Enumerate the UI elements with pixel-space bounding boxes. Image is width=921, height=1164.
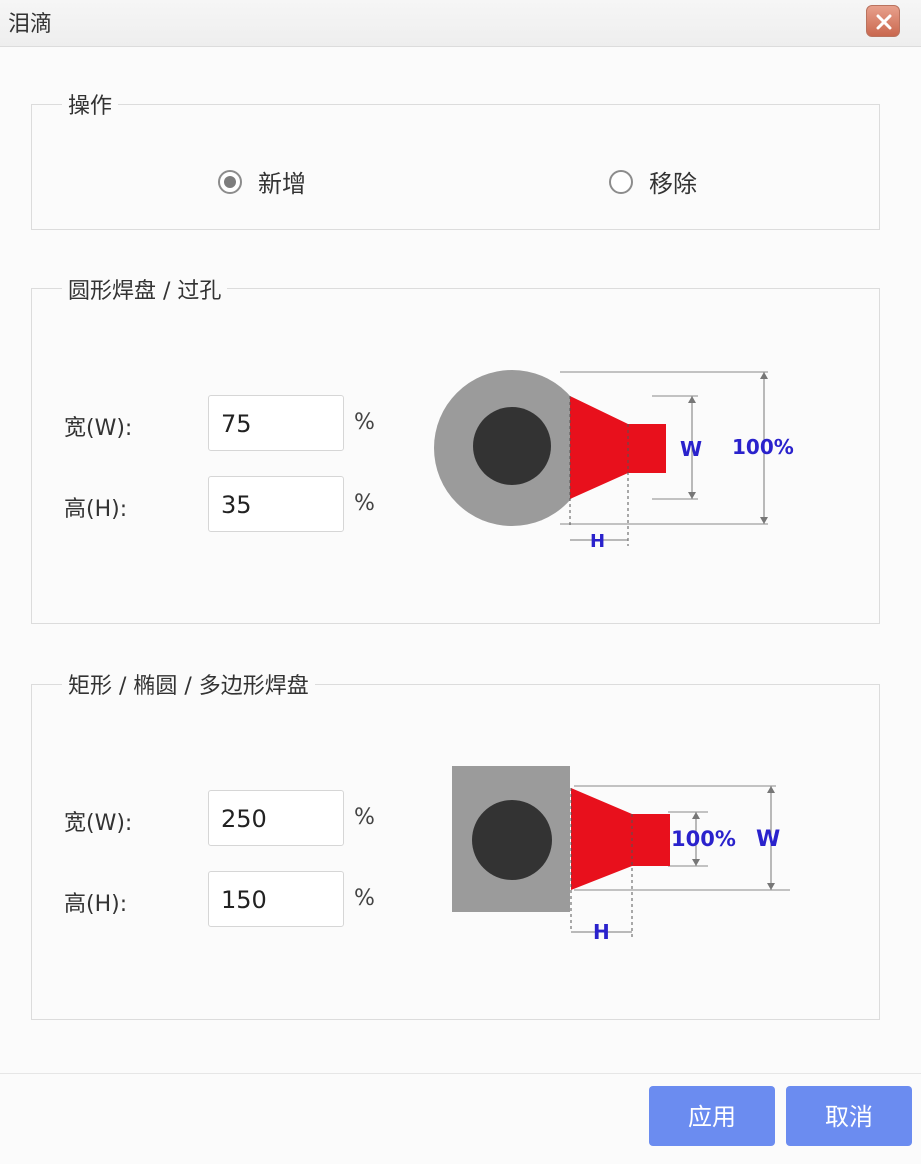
round-height-label: 高(H): [64, 497, 128, 522]
rect-pad-legend: 矩形 / 椭圆 / 多边形焊盘 [62, 673, 315, 701]
rect-diagram-h-label: H [593, 920, 610, 944]
round-width-unit: % [354, 410, 375, 435]
round-pad-legend: 圆形焊盘 / 过孔 [62, 278, 228, 306]
rect-width-input[interactable]: 250 [208, 790, 344, 846]
rect-pad-teardrop-diagram: H 100% W [452, 766, 790, 944]
round-width-input[interactable]: 75 [208, 395, 344, 451]
close-button[interactable] [866, 5, 900, 37]
radio-add[interactable]: 新增 [218, 164, 306, 199]
rect-height-input[interactable]: 150 [208, 871, 344, 927]
round-height-unit: % [354, 491, 375, 516]
rect-height-label: 高(H): [64, 892, 128, 917]
rect-diagram-full-label: 100% [671, 827, 736, 851]
footer-divider [0, 1073, 921, 1074]
radio-add-label: 新增 [258, 170, 306, 198]
operation-group [31, 104, 880, 230]
radio-remove-indicator[interactable] [609, 169, 633, 194]
teardrop-dialog: 泪滴 操作 新增 移除 圆形焊盘 / 过孔 宽(W): 75 % 高(H): 3… [0, 0, 921, 1164]
rect-height-unit: % [354, 886, 375, 911]
round-height-input[interactable]: 35 [208, 476, 344, 532]
radio-remove[interactable]: 移除 [609, 164, 697, 199]
round-diagram-full-label: 100% [732, 435, 794, 459]
radio-remove-label: 移除 [649, 170, 697, 198]
window-title: 泪滴 [8, 12, 53, 37]
radio-add-indicator[interactable] [218, 169, 242, 194]
close-icon [876, 14, 892, 30]
rect-width-unit: % [354, 805, 375, 830]
round-width-label: 宽(W): [64, 416, 133, 441]
rect-teardrop-shape [571, 788, 670, 890]
apply-button[interactable]: 应用 [649, 1086, 775, 1146]
rect-hole-shape [472, 800, 552, 880]
round-diagram-w-label: W [680, 437, 702, 461]
cancel-button[interactable]: 取消 [786, 1086, 912, 1146]
round-teardrop-shape [570, 396, 666, 499]
title-bar: 泪滴 [0, 0, 921, 47]
round-diagram-h-label: H [590, 531, 605, 552]
operation-legend: 操作 [62, 93, 119, 121]
rect-width-label: 宽(W): [64, 811, 133, 836]
round-pad-teardrop-diagram: H W 100% [434, 370, 794, 552]
rect-diagram-w-label: W [756, 827, 780, 852]
round-hole-shape [473, 407, 551, 485]
